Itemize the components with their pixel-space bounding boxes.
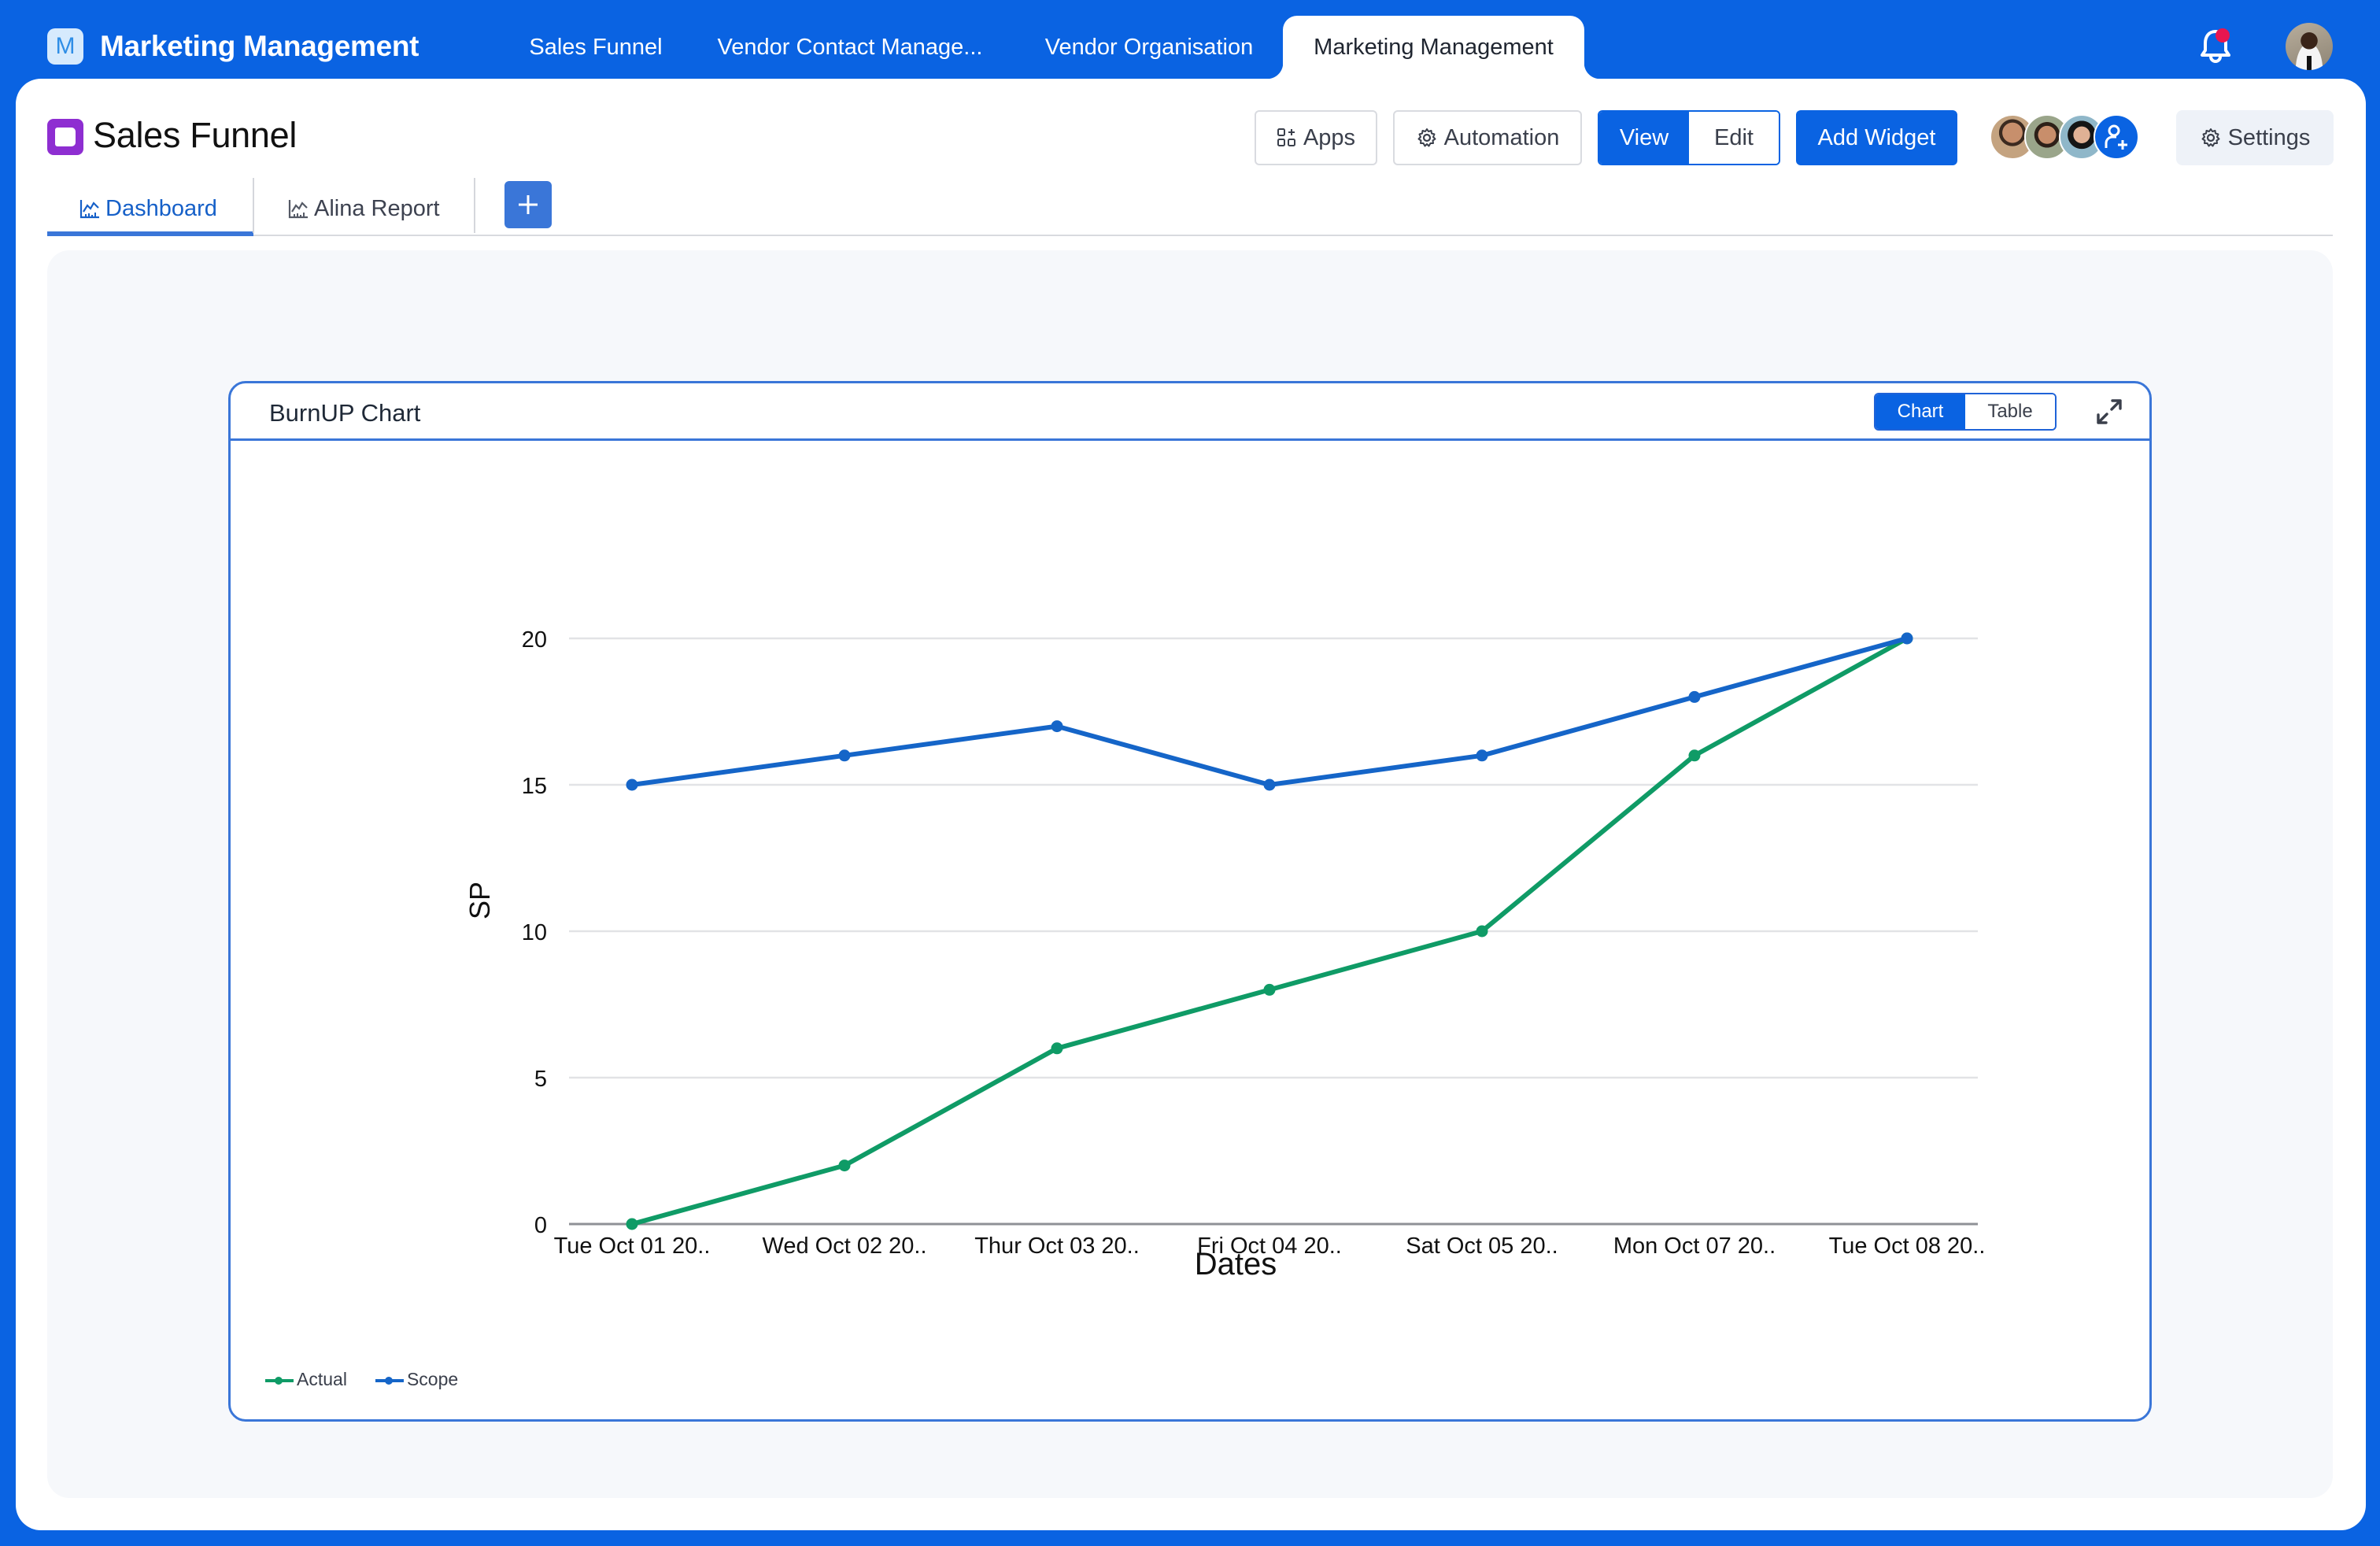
active-tab-indicator: [47, 231, 253, 236]
top-tab-vendor-organisation[interactable]: Vendor Organisation: [1023, 16, 1275, 79]
edit-mode-button[interactable]: Edit: [1689, 112, 1779, 164]
data-point-scope[interactable]: [1901, 632, 1913, 645]
expand-icon[interactable]: [2092, 394, 2127, 429]
tab-divider: [253, 178, 254, 233]
add-tab-button[interactable]: [504, 181, 552, 228]
tab-dashboard-label: Dashboard: [105, 195, 217, 221]
x-tick-label: Tue Oct 08 20..: [1829, 1233, 1986, 1259]
notification-badge: [2216, 28, 2230, 43]
data-point-actual[interactable]: [1476, 925, 1488, 938]
app-title: Marketing Management: [100, 30, 419, 62]
member-avatars: [1990, 114, 2147, 161]
y-tick-label: 15: [522, 774, 547, 799]
burnup-chart-widget: BurnUP Chart Chart Table 0 5 10 15 20 Tue Oc…: [228, 381, 2152, 1422]
data-point-actual[interactable]: [838, 1160, 851, 1172]
data-point-scope[interactable]: [626, 779, 638, 791]
data-point-scope[interactable]: [1051, 720, 1063, 733]
chart-table-toggle: Chart Table: [1874, 393, 2057, 431]
top-tab-vendor-contact-management[interactable]: Vendor Contact Manage...: [700, 16, 1000, 79]
chart-legend: Actual Scope: [265, 1369, 486, 1390]
legend-swatch-scope: [375, 1376, 404, 1385]
automation-button[interactable]: Automation: [1393, 110, 1582, 165]
user-avatar[interactable]: [2286, 23, 2333, 70]
chart-icon: [288, 200, 308, 219]
gear-icon: [2201, 128, 2220, 147]
widget-header: BurnUP Chart Chart Table: [231, 383, 2149, 441]
data-point-scope[interactable]: [1476, 749, 1488, 762]
x-tick-label: Sat Oct 05 20..: [1406, 1233, 1558, 1259]
gear-icon: [1417, 128, 1436, 147]
page-icon: [47, 119, 83, 155]
tab-dashboard[interactable]: Dashboard: [79, 183, 217, 235]
apps-button[interactable]: Apps: [1255, 110, 1377, 165]
legend-item-scope[interactable]: Scope: [375, 1369, 458, 1390]
view-mode-button[interactable]: View: [1599, 112, 1689, 164]
x-axis-label: Dates: [1195, 1247, 1277, 1282]
tab-alina-report[interactable]: Alina Report: [287, 183, 440, 235]
data-point-actual[interactable]: [626, 1218, 638, 1230]
settings-label: Settings: [2227, 124, 2311, 150]
apps-label: Apps: [1303, 124, 1356, 150]
legend-item-actual[interactable]: Actual: [265, 1369, 347, 1390]
settings-button[interactable]: Settings: [2176, 110, 2334, 165]
widget-title: BurnUP Chart: [269, 399, 421, 427]
add-member-button[interactable]: [2094, 114, 2139, 160]
x-tick-label: Thur Oct 03 20..: [974, 1233, 1140, 1259]
y-tick-label: 0: [534, 1213, 547, 1238]
page-title: Sales Funnel: [93, 115, 298, 155]
add-user-icon: [2105, 124, 2127, 150]
x-tick-label: Mon Oct 07 20..: [1613, 1233, 1776, 1259]
tab-alina-report-label: Alina Report: [314, 195, 440, 221]
top-tab-marketing-management[interactable]: Marketing Management: [1267, 16, 1600, 79]
y-tick-label: 20: [522, 627, 547, 653]
top-tab-sales-funnel[interactable]: Sales Funnel: [512, 16, 680, 79]
data-point-scope[interactable]: [838, 749, 851, 762]
automation-label: Automation: [1443, 124, 1560, 150]
legend-swatch-actual: [265, 1376, 294, 1385]
chart-view-button[interactable]: Chart: [1876, 394, 1965, 429]
table-view-button[interactable]: Table: [1965, 394, 2055, 429]
tabs-divider-line: [47, 235, 2333, 236]
data-point-scope[interactable]: [1263, 779, 1276, 791]
view-edit-toggle: View Edit: [1598, 110, 1780, 165]
data-point-actual[interactable]: [1263, 983, 1276, 996]
tab-divider: [474, 178, 475, 233]
legend-label-scope: Scope: [406, 1369, 459, 1389]
add-widget-button[interactable]: Add Widget: [1796, 110, 1957, 165]
app-logo[interactable]: M: [47, 28, 83, 65]
data-point-scope[interactable]: [1688, 690, 1701, 703]
y-axis-label: SP: [464, 882, 496, 919]
chart-icon: [79, 200, 99, 219]
data-point-actual[interactable]: [1051, 1042, 1063, 1055]
y-tick-label: 5: [534, 1067, 547, 1092]
apps-icon: [1277, 128, 1295, 146]
x-tick-label: Wed Oct 02 20..: [762, 1233, 926, 1259]
top-bar: M Marketing Management Sales Funnel Vend…: [0, 0, 2380, 79]
data-point-actual[interactable]: [1688, 749, 1701, 762]
x-tick-label: Tue Oct 01 20..: [554, 1233, 711, 1259]
legend-label-actual: Actual: [297, 1369, 347, 1389]
burnup-line-chart: 0 5 10 15 20 Tue Oct 01 20.. Wed Oct 02 20.. T…: [464, 627, 1986, 1282]
plus-icon: [519, 195, 538, 214]
y-tick-label: 10: [522, 920, 547, 945]
series-line-scope[interactable]: [630, 636, 1909, 787]
